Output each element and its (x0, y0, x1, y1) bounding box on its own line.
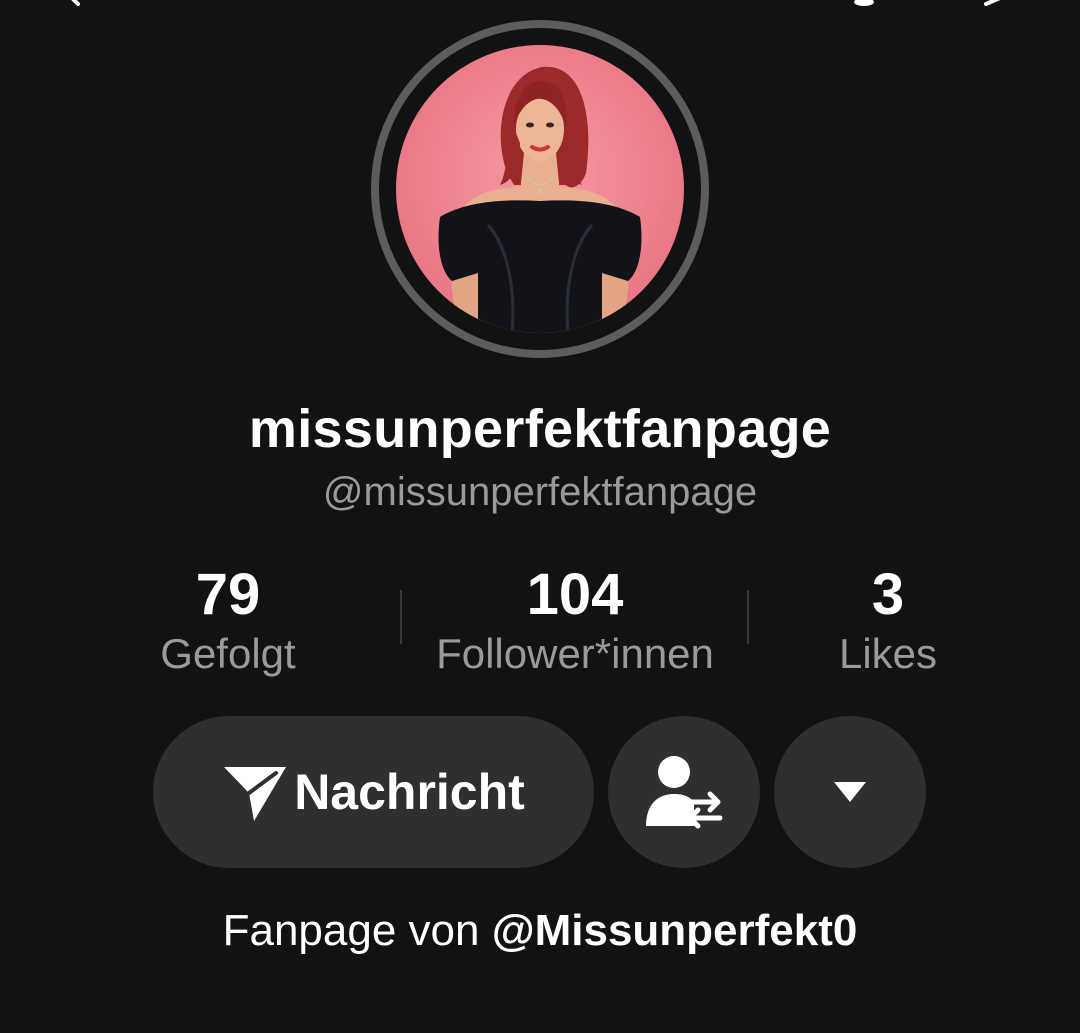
stat-following[interactable]: 79 Gefolgt (128, 562, 328, 680)
bio-mention-link[interactable]: @Missunperfekt0 (492, 906, 858, 955)
share-icon[interactable] (982, 0, 1006, 6)
stat-likes-label: Likes (838, 630, 938, 677)
back-icon[interactable] (62, 0, 86, 6)
message-button-label: Nachricht (294, 764, 525, 820)
bio: Fanpage von @Missunperfekt0 (0, 906, 1080, 956)
triangle-down-icon (833, 780, 867, 804)
avatar-ring[interactable] (371, 20, 709, 358)
bio-text: Fanpage von (222, 906, 492, 955)
stat-following-label: Gefolgt (160, 630, 296, 677)
stat-divider (400, 590, 402, 644)
more-options-button[interactable] (774, 716, 926, 868)
message-button[interactable]: Nachricht (153, 716, 594, 868)
avatar[interactable] (396, 45, 684, 333)
stat-followers-value: 104 (526, 562, 624, 627)
notification-bell-icon[interactable] (852, 0, 876, 6)
person-swap-icon (644, 754, 724, 830)
stat-followers[interactable]: 104 Follower*innen (405, 562, 745, 680)
stat-following-value: 79 (195, 562, 261, 627)
stat-followers-label: Follower*innen (436, 630, 714, 677)
stat-likes-value: 3 (871, 562, 905, 627)
username: @missunperfektfanpage (322, 470, 758, 514)
display-name: missunperfektfanpage (248, 399, 832, 459)
stat-likes[interactable]: 3 Likes (788, 562, 988, 680)
stat-divider (747, 590, 749, 644)
send-icon (222, 763, 288, 821)
suggested-accounts-button[interactable] (608, 716, 760, 868)
